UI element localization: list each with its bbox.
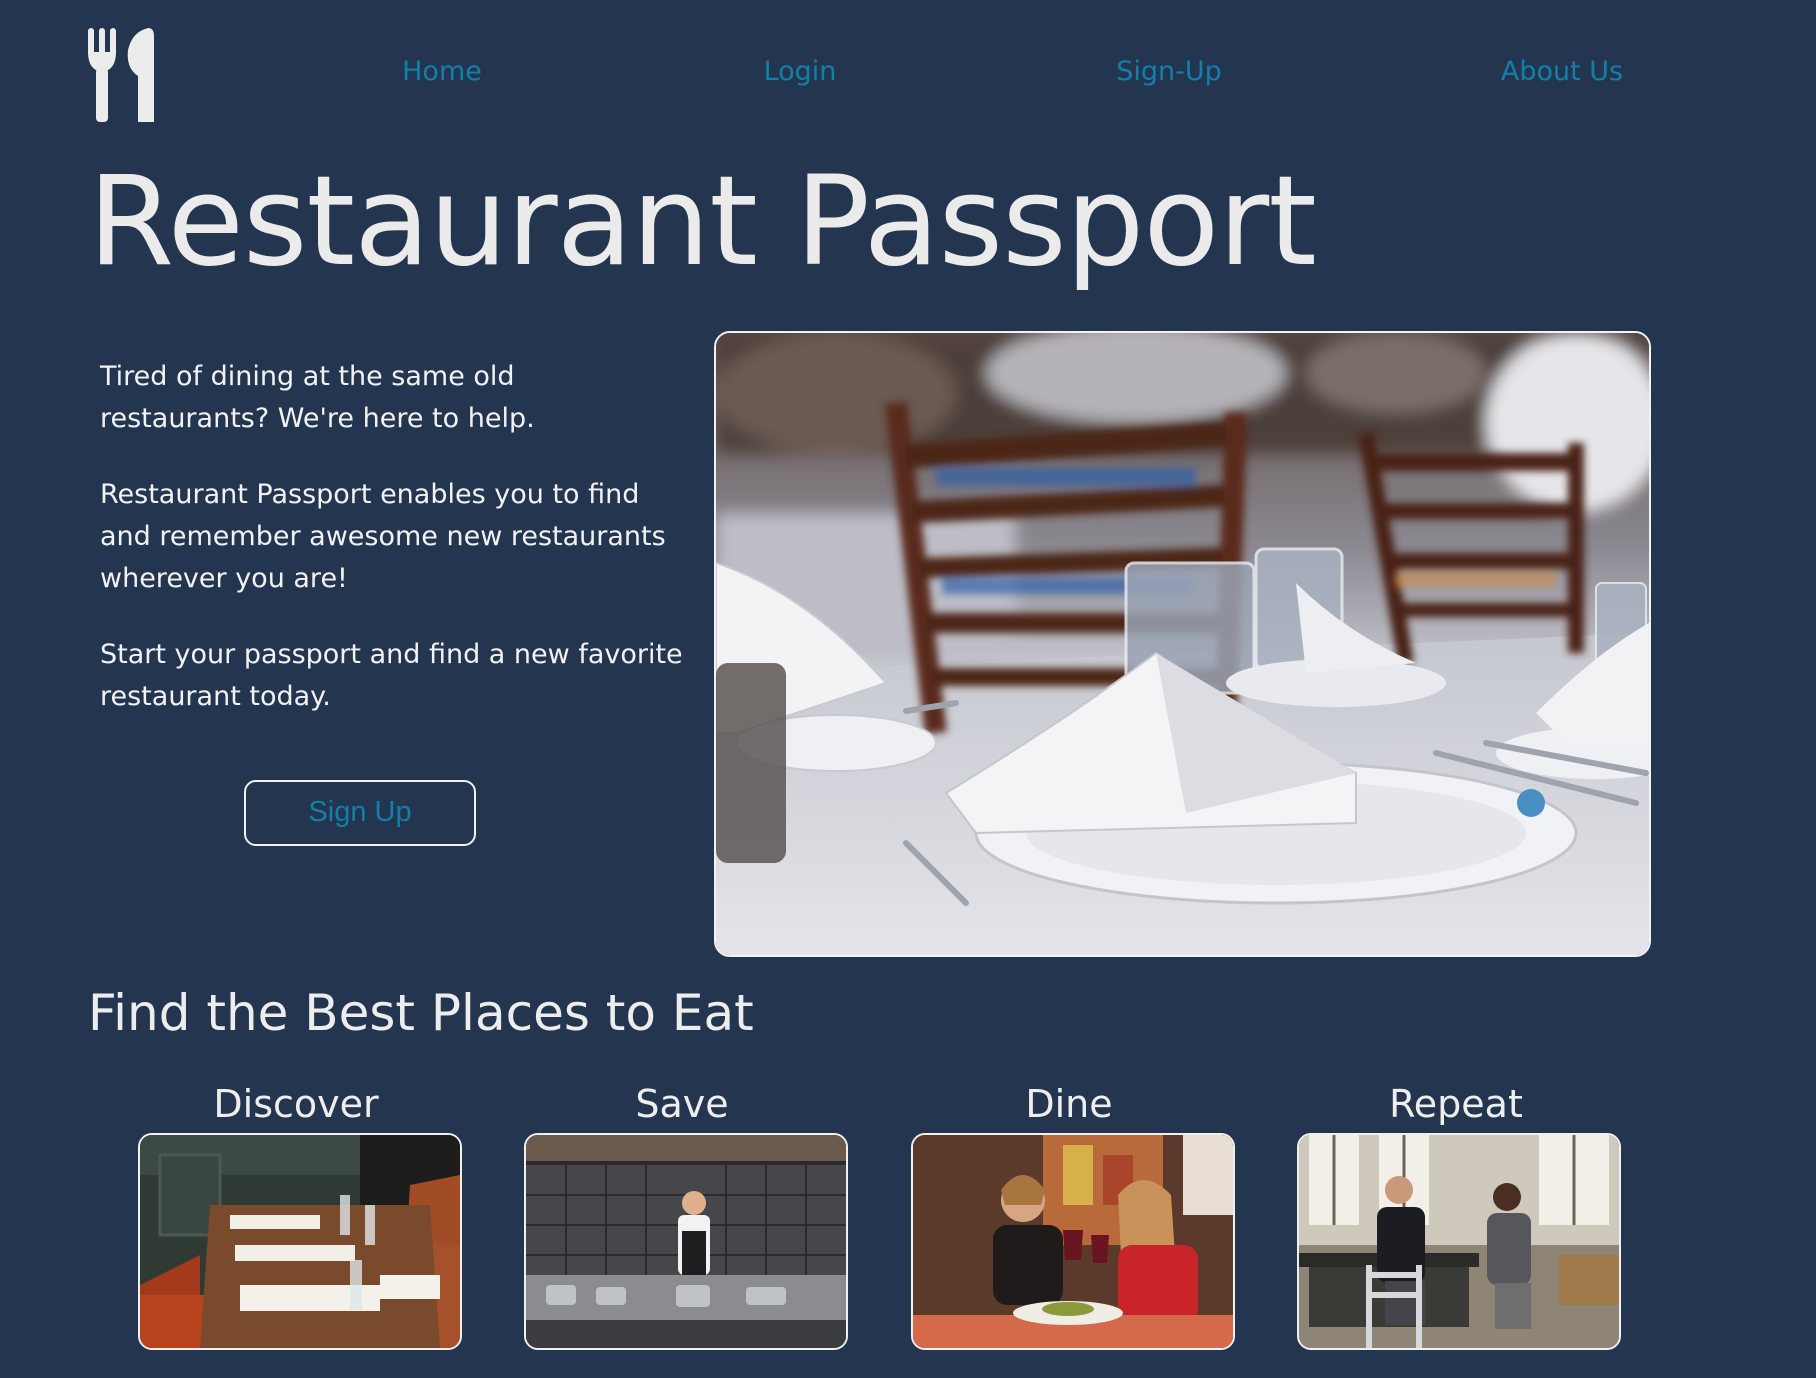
sign-up-button[interactable]: Sign Up	[244, 780, 476, 846]
intro-paragraph: Start your passport and find a new favor…	[100, 639, 683, 712]
intro-text: Tired of dining at the same old restaura…	[100, 356, 690, 752]
nav-signup-link[interactable]: Sign-Up	[1116, 56, 1222, 87]
intro-paragraph: Tired of dining at the same old restaura…	[100, 361, 535, 434]
nav-login-link[interactable]: Login	[764, 56, 837, 87]
card-label-save: Save	[635, 1082, 729, 1126]
nav-about-link[interactable]: About Us	[1501, 56, 1623, 87]
features-heading: Find the Best Places to Eat	[88, 984, 754, 1042]
main-nav: Home Login Sign-Up About Us	[0, 56, 1816, 96]
card-label-discover: Discover	[213, 1082, 379, 1126]
nav-home-link[interactable]: Home	[402, 56, 482, 87]
repeat-image	[1297, 1133, 1621, 1350]
intro-paragraph: Restaurant Passport enables you to find …	[100, 479, 666, 594]
hero-image	[714, 331, 1651, 957]
save-image	[524, 1133, 848, 1350]
discover-image	[138, 1133, 462, 1350]
page-title: Restaurant Passport	[88, 150, 1317, 294]
dine-image	[911, 1133, 1235, 1350]
card-label-repeat: Repeat	[1389, 1082, 1523, 1126]
card-label-dine: Dine	[1025, 1082, 1113, 1126]
